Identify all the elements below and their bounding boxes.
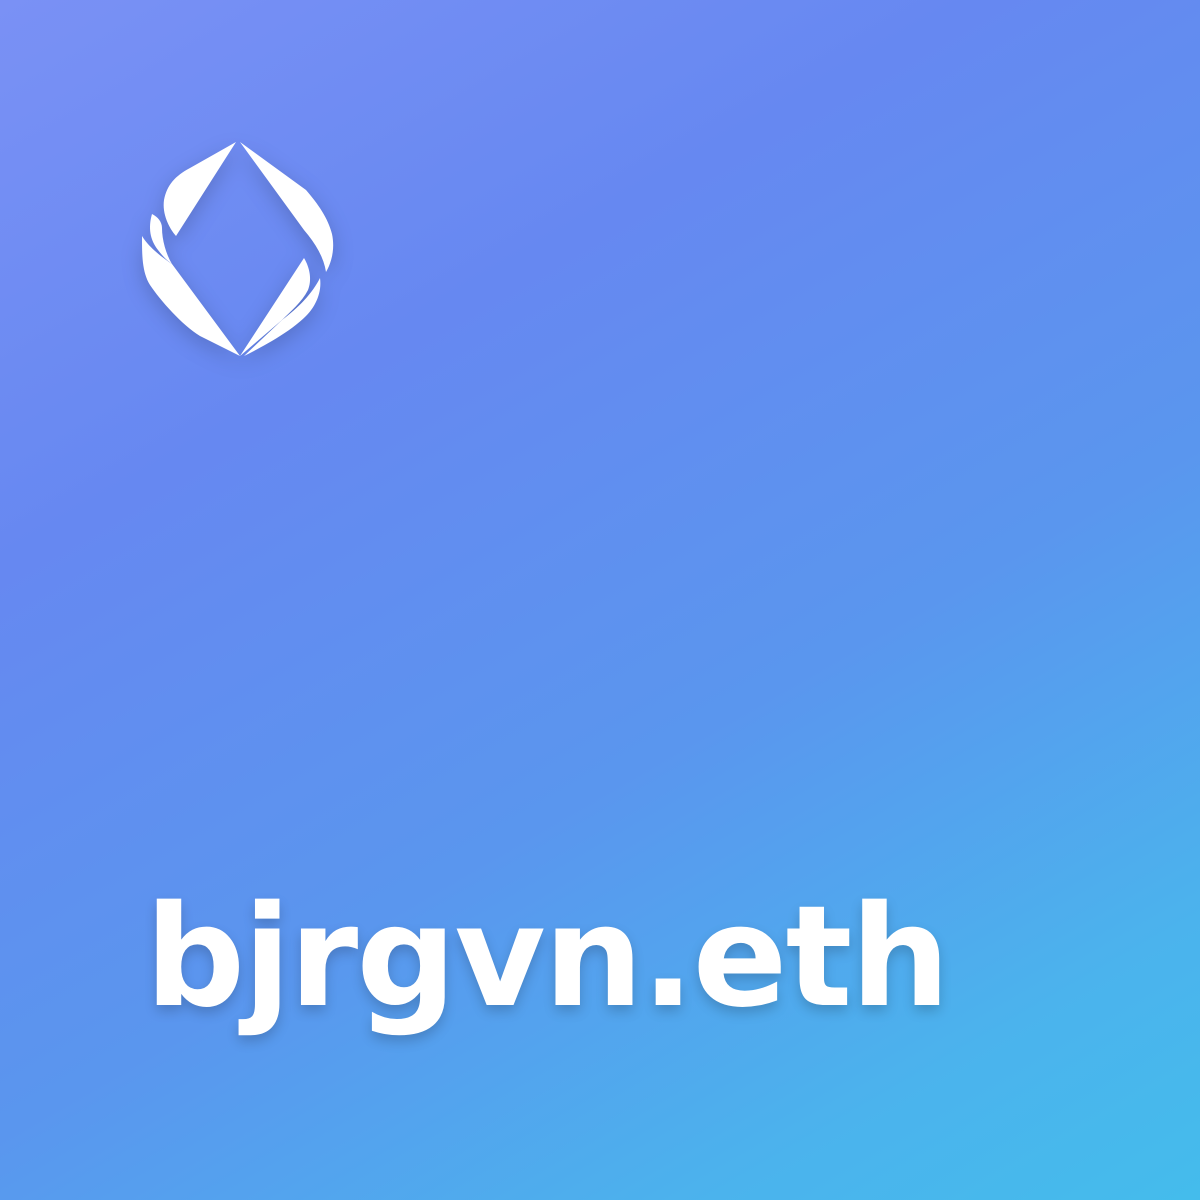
ens-logo-icon	[142, 142, 334, 356]
ens-name-card: bjrgvn.eth	[0, 0, 1200, 1200]
domain-name: bjrgvn.eth	[145, 876, 950, 1039]
